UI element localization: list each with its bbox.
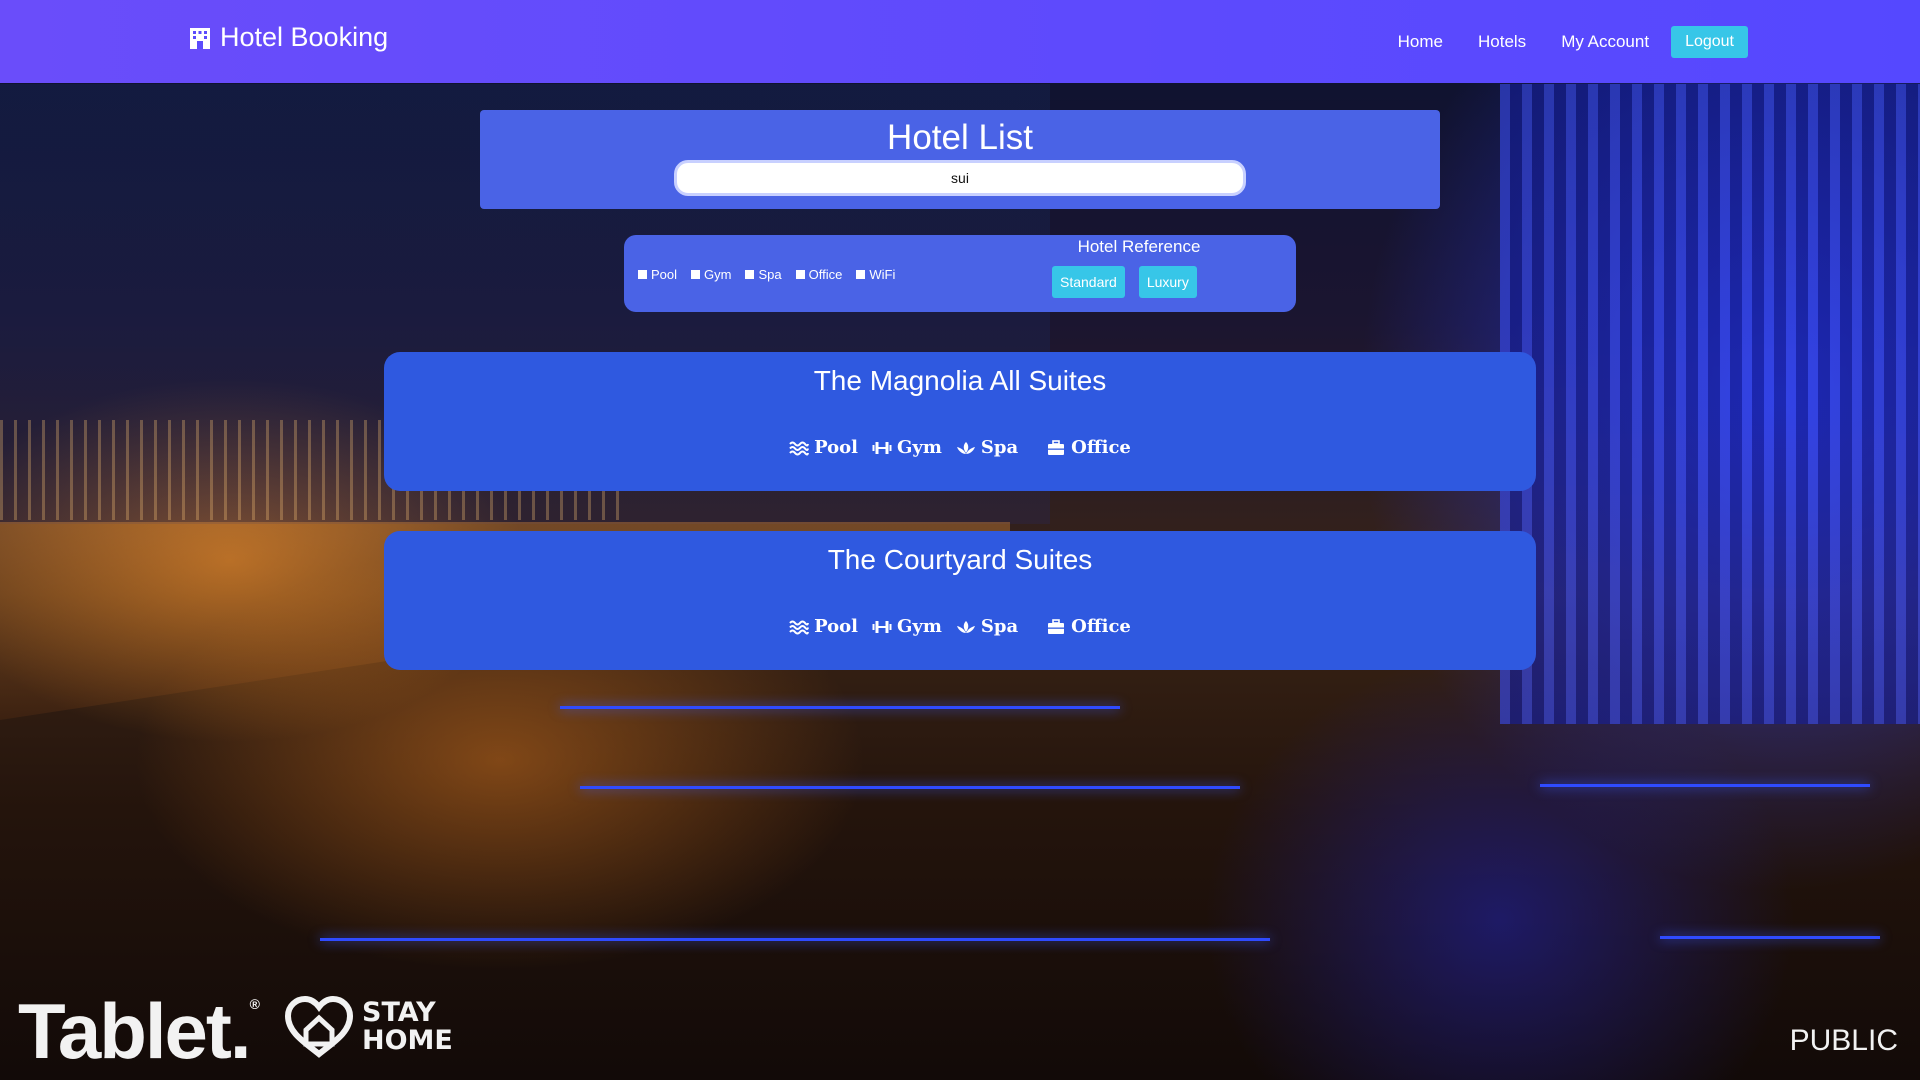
amenity-label: Spa xyxy=(980,437,1019,458)
dumbbell-icon xyxy=(872,620,892,633)
tablet-logo: Tablet.® xyxy=(18,986,260,1077)
tablet-logo-text: Tablet. xyxy=(18,987,252,1075)
checkbox-wifi[interactable] xyxy=(856,270,866,279)
hotel-card[interactable]: The Magnolia All Suites Pool Gym Spa Off… xyxy=(384,352,1536,491)
stay-home-text: STAY HOME xyxy=(362,999,453,1055)
amenity-label: Pool xyxy=(814,616,859,637)
water-waves-icon xyxy=(789,620,810,634)
hotel-reference: Hotel Reference Standard Luxury xyxy=(1044,235,1234,298)
hotel-card[interactable]: The Courtyard Suites Pool Gym Spa Office xyxy=(384,531,1536,670)
dumbbell-icon xyxy=(872,441,892,454)
checkbox-pool[interactable] xyxy=(638,270,647,279)
hotel-name: The Magnolia All Suites xyxy=(813,365,1107,396)
nav-link-hotels[interactable]: Hotels xyxy=(1478,32,1526,52)
hotel-name: The Courtyard Suites xyxy=(827,544,1093,575)
amenity-office: Office xyxy=(1046,616,1131,637)
filter-pool[interactable]: Pool xyxy=(638,267,677,282)
stay-home-line: STAY xyxy=(362,997,436,1028)
filter-wifi[interactable]: WiFi xyxy=(856,267,895,282)
search-input[interactable] xyxy=(674,160,1246,196)
floor-light-line xyxy=(320,938,1270,941)
logout-button[interactable]: Logout xyxy=(1671,26,1748,58)
amenity-label: Spa xyxy=(980,616,1019,637)
background-curtain xyxy=(1500,84,1920,724)
amenity-spa: Spa xyxy=(956,616,1018,637)
nav-link-home[interactable]: Home xyxy=(1398,32,1443,52)
nav-links: Home Hotels My Account Logout xyxy=(1363,26,1748,58)
page-title: Hotel List xyxy=(887,118,1033,157)
hotel-amenities: Pool Gym Spa Office xyxy=(384,616,1536,637)
standard-button[interactable]: Standard xyxy=(1052,266,1125,298)
hotel-building-icon xyxy=(190,27,210,49)
amenity-label: Gym xyxy=(897,437,942,458)
floor-light-line xyxy=(580,786,1240,789)
brand-title: Hotel Booking xyxy=(220,22,389,52)
amenity-label: Pool xyxy=(814,437,859,458)
hotel-reference-buttons: Standard Luxury xyxy=(1044,266,1234,298)
nav-link-my-account[interactable]: My Account xyxy=(1561,32,1649,52)
stay-home-line: HOME xyxy=(362,1025,453,1056)
checkbox-office[interactable] xyxy=(795,270,805,279)
filter-office[interactable]: Office xyxy=(795,267,843,282)
checkbox-gym[interactable] xyxy=(691,270,701,279)
checkbox-spa[interactable] xyxy=(745,270,755,279)
amenity-label: Gym xyxy=(897,616,942,637)
filter-label: Pool xyxy=(651,267,678,282)
registered-mark: ® xyxy=(249,996,260,1012)
public-label: PUBLIC xyxy=(1789,1024,1898,1057)
hotel-list-header: Hotel List xyxy=(480,110,1440,209)
amenity-gym: Gym xyxy=(872,437,942,458)
floor-light-line xyxy=(1660,936,1880,939)
filter-label: Office xyxy=(808,267,843,282)
briefcase-icon xyxy=(1048,618,1065,634)
filter-label: WiFi xyxy=(869,267,896,282)
filter-label: Gym xyxy=(704,267,732,282)
spa-lotus-icon xyxy=(956,441,975,454)
luxury-button[interactable]: Luxury xyxy=(1138,266,1197,298)
amenity-spa: Spa xyxy=(956,437,1018,458)
filter-gym[interactable]: Gym xyxy=(691,267,731,282)
amenity-filters: Pool Gym Spa Office WiFi xyxy=(638,267,895,282)
spa-lotus-icon xyxy=(956,620,975,633)
briefcase-icon xyxy=(1048,439,1065,455)
hotel-reference-title: Hotel Reference xyxy=(1077,237,1201,256)
floor-light-line xyxy=(560,706,1120,709)
water-waves-icon xyxy=(789,441,810,455)
amenity-pool: Pool xyxy=(789,616,858,637)
brand-link[interactable]: Hotel Booking xyxy=(188,22,388,53)
amenity-gym: Gym xyxy=(872,616,942,637)
heart-home-icon xyxy=(284,996,354,1058)
navbar: Hotel Booking Home Hotels My Account Log… xyxy=(0,0,1920,83)
amenity-label: Office xyxy=(1071,437,1131,458)
floor-light-line xyxy=(1540,784,1870,787)
stay-home-badge: STAY HOME xyxy=(284,996,453,1058)
filter-spa[interactable]: Spa xyxy=(745,267,782,282)
amenity-office: Office xyxy=(1046,437,1131,458)
amenity-label: Office xyxy=(1071,616,1131,637)
filter-panel: Pool Gym Spa Office WiFi Hotel Reference… xyxy=(624,235,1296,312)
filter-label: Spa xyxy=(758,267,782,282)
hotel-amenities: Pool Gym Spa Office xyxy=(384,437,1536,458)
amenity-pool: Pool xyxy=(789,437,858,458)
